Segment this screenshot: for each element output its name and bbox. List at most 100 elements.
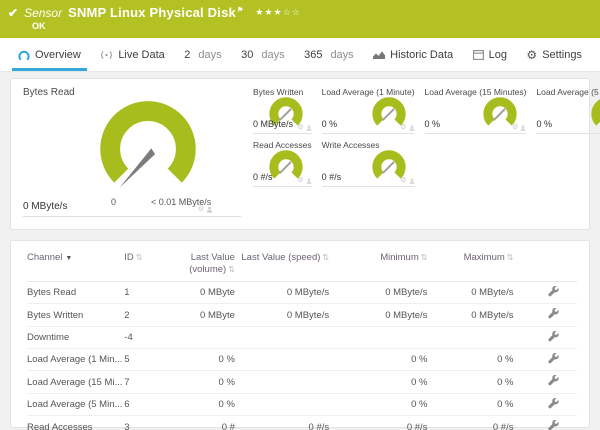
content-area: Bytes Read 0 < 0.01 MByte/s 0 MByte/s ⚙ …	[0, 72, 600, 430]
mini-gauge-load-5min[interactable]: Load Average (5 Minutes) 0 % ⚙	[536, 87, 600, 134]
channel-settings-button[interactable]	[548, 308, 559, 319]
col-header-minimum[interactable]: Minimum ⇅	[329, 245, 428, 282]
col-header-id[interactable]: ID ⇅	[124, 245, 168, 282]
gauge-scale-min: 0	[111, 197, 117, 207]
channel-settings-button[interactable]	[548, 375, 559, 386]
tab-live-data[interactable]: Live Data	[92, 38, 172, 71]
gauge-user-icon[interactable]	[409, 125, 415, 131]
channel-id: 6	[124, 393, 168, 417]
channel-settings-button[interactable]	[548, 330, 559, 342]
gauge[interactable]	[588, 95, 600, 131]
table-row[interactable]: Load Average (15 Mi... 7 0 % 0 % 0 %	[27, 370, 577, 394]
channel-maximum: 0 #/s	[427, 415, 514, 430]
mini-gauge-read-accesses[interactable]: Read Accesses 0 #/s ⚙	[253, 140, 312, 187]
status-badge: OK	[32, 21, 46, 31]
status-check-icon: ✔	[8, 5, 19, 20]
table-row[interactable]: Bytes Read 1 0 MByte 0 MByte/s 0 MByte/s…	[27, 281, 577, 305]
gauge-settings-icon[interactable]: ⚙	[297, 124, 303, 131]
channel-name: Bytes Read	[27, 287, 77, 299]
channel-last-speed	[234, 326, 330, 349]
col-header-last-speed[interactable]: Last Value (speed) ⇅	[234, 245, 330, 282]
sort-icon: ⇅	[322, 253, 330, 262]
channel-settings-button[interactable]	[548, 397, 559, 409]
priority-stars[interactable]: ★★★☆☆	[255, 7, 300, 18]
mini-gauge-write-accesses[interactable]: Write Accesses 0 #/s ⚙	[321, 140, 415, 187]
table-row[interactable]: Load Average (5 Min... 6 0 % 0 % 0 %	[27, 393, 577, 417]
sort-icon: ⇅	[228, 264, 235, 274]
gauge-user-icon[interactable]	[409, 178, 415, 184]
gauge-user-icon[interactable]	[306, 178, 312, 184]
mini-gauge-load-1min[interactable]: Load Average (1 Minute) 0 % ⚙	[321, 87, 415, 134]
channel-id: 7	[124, 370, 168, 394]
col-header-maximum[interactable]: Maximum ⇅	[427, 245, 514, 282]
channel-last-speed	[234, 370, 330, 394]
channel-last-volume: 0 #	[167, 415, 235, 430]
tab-settings[interactable]: ⚙ Settings	[518, 38, 590, 71]
wrench-icon	[548, 308, 559, 319]
channel-settings-button[interactable]	[548, 352, 559, 364]
wrench-icon	[548, 285, 559, 297]
channel-minimum: 0 %	[329, 348, 428, 372]
tab-365-days[interactable]: 365 days	[296, 38, 362, 71]
gauge-settings-icon[interactable]: ⚙	[297, 177, 303, 184]
sort-icon: ⇅	[420, 253, 428, 262]
channel-last-volume: 0 %	[167, 393, 235, 417]
channel-settings-button[interactable]	[548, 419, 559, 430]
sort-icon: ⇅	[506, 253, 514, 262]
gauge-user-icon[interactable]	[306, 125, 312, 131]
historic-chart-icon	[373, 50, 386, 59]
primary-gauge[interactable]	[89, 95, 207, 199]
channel-maximum: 0 MByte/s	[427, 281, 514, 305]
flag-icon: ⚑	[236, 6, 244, 14]
channel-id: 5	[124, 348, 168, 372]
channel-last-speed	[234, 348, 330, 372]
channel-minimum: 0 %	[329, 370, 428, 394]
channel-last-volume: 0 MByte	[167, 281, 235, 305]
primary-gauge-cell[interactable]: Bytes Read 0 < 0.01 MByte/s 0 MByte/s ⚙	[23, 87, 241, 217]
channel-last-volume: 0 MByte	[167, 303, 235, 327]
overview-gauge-icon	[18, 50, 30, 60]
table-row[interactable]: Read Accesses 3 0 # 0 #/s 0 #/s 0 #/s	[27, 415, 577, 430]
gauge-user-icon[interactable]	[206, 206, 213, 213]
channel-last-volume	[167, 326, 235, 349]
tab-log[interactable]: Log	[465, 38, 515, 71]
settings-gear-icon: ⚙	[526, 47, 538, 62]
channel-last-speed: 0 #/s	[234, 415, 330, 430]
gauge-settings-icon[interactable]: ⚙	[400, 177, 406, 184]
gauges-panel: Bytes Read 0 < 0.01 MByte/s 0 MByte/s ⚙ …	[10, 78, 600, 230]
tab-overview[interactable]: Overview	[10, 38, 89, 71]
channels-table: Channel ▼ ID ⇅ Last Value (volume) ⇅ Last V…	[27, 245, 577, 430]
tab-historic-data[interactable]: Historic Data	[365, 38, 461, 71]
channel-id: 2	[124, 303, 168, 327]
table-row[interactable]: Bytes Written 2 0 MByte 0 MByte/s 0 MByt…	[27, 303, 577, 327]
mini-gauge-load-15min[interactable]: Load Average (15 Minutes) 0 % ⚙	[424, 87, 527, 134]
channel-last-speed: 0 MByte/s	[234, 281, 330, 305]
tab-bar: Overview Live Data 2 days 30 days 365 days …	[0, 38, 600, 72]
gauge-settings-icon[interactable]: ⚙	[400, 124, 406, 131]
tab-2-days[interactable]: 2 days	[176, 38, 229, 71]
broadcast-icon	[101, 50, 113, 59]
channel-minimum: 0 MByte/s	[329, 281, 428, 305]
tab-30-days[interactable]: 30 days	[233, 38, 293, 71]
wrench-icon	[548, 352, 559, 364]
channel-settings-button[interactable]	[548, 285, 559, 297]
channels-panel: Channel ▼ ID ⇅ Last Value (volume) ⇅ Last V…	[10, 240, 590, 430]
channel-last-volume: 0 %	[167, 370, 235, 394]
table-row[interactable]: Load Average (1 Min... 5 0 % 0 % 0 %	[27, 348, 577, 372]
col-header-channel[interactable]: Channel ▼	[27, 245, 125, 282]
gauge-settings-icon[interactable]: ⚙	[198, 206, 204, 213]
channel-id: 3	[124, 415, 168, 430]
channel-name: Load Average (5 Min...	[27, 399, 123, 411]
channel-last-speed: 0 MByte/s	[234, 303, 330, 327]
mini-gauge-bytes-written[interactable]: Bytes Written 0 MByte/s ⚙	[253, 87, 312, 134]
col-header-last-volume[interactable]: Last Value (volume) ⇅	[167, 245, 235, 282]
mini-gauges-grid: Bytes Written 0 MByte/s ⚙ Load Average (…	[253, 87, 600, 221]
page-title: SNMP Linux Physical Disk⚑	[68, 5, 244, 20]
gauge-settings-icon[interactable]: ⚙	[512, 124, 518, 131]
primary-gauge-value: 0 MByte/s	[23, 201, 68, 212]
table-row[interactable]: Downtime -4	[27, 326, 577, 349]
wrench-icon	[548, 419, 559, 430]
channel-maximum: 0 %	[427, 393, 514, 417]
channel-last-volume: 0 %	[167, 348, 235, 372]
gauge-user-icon[interactable]	[520, 125, 526, 131]
